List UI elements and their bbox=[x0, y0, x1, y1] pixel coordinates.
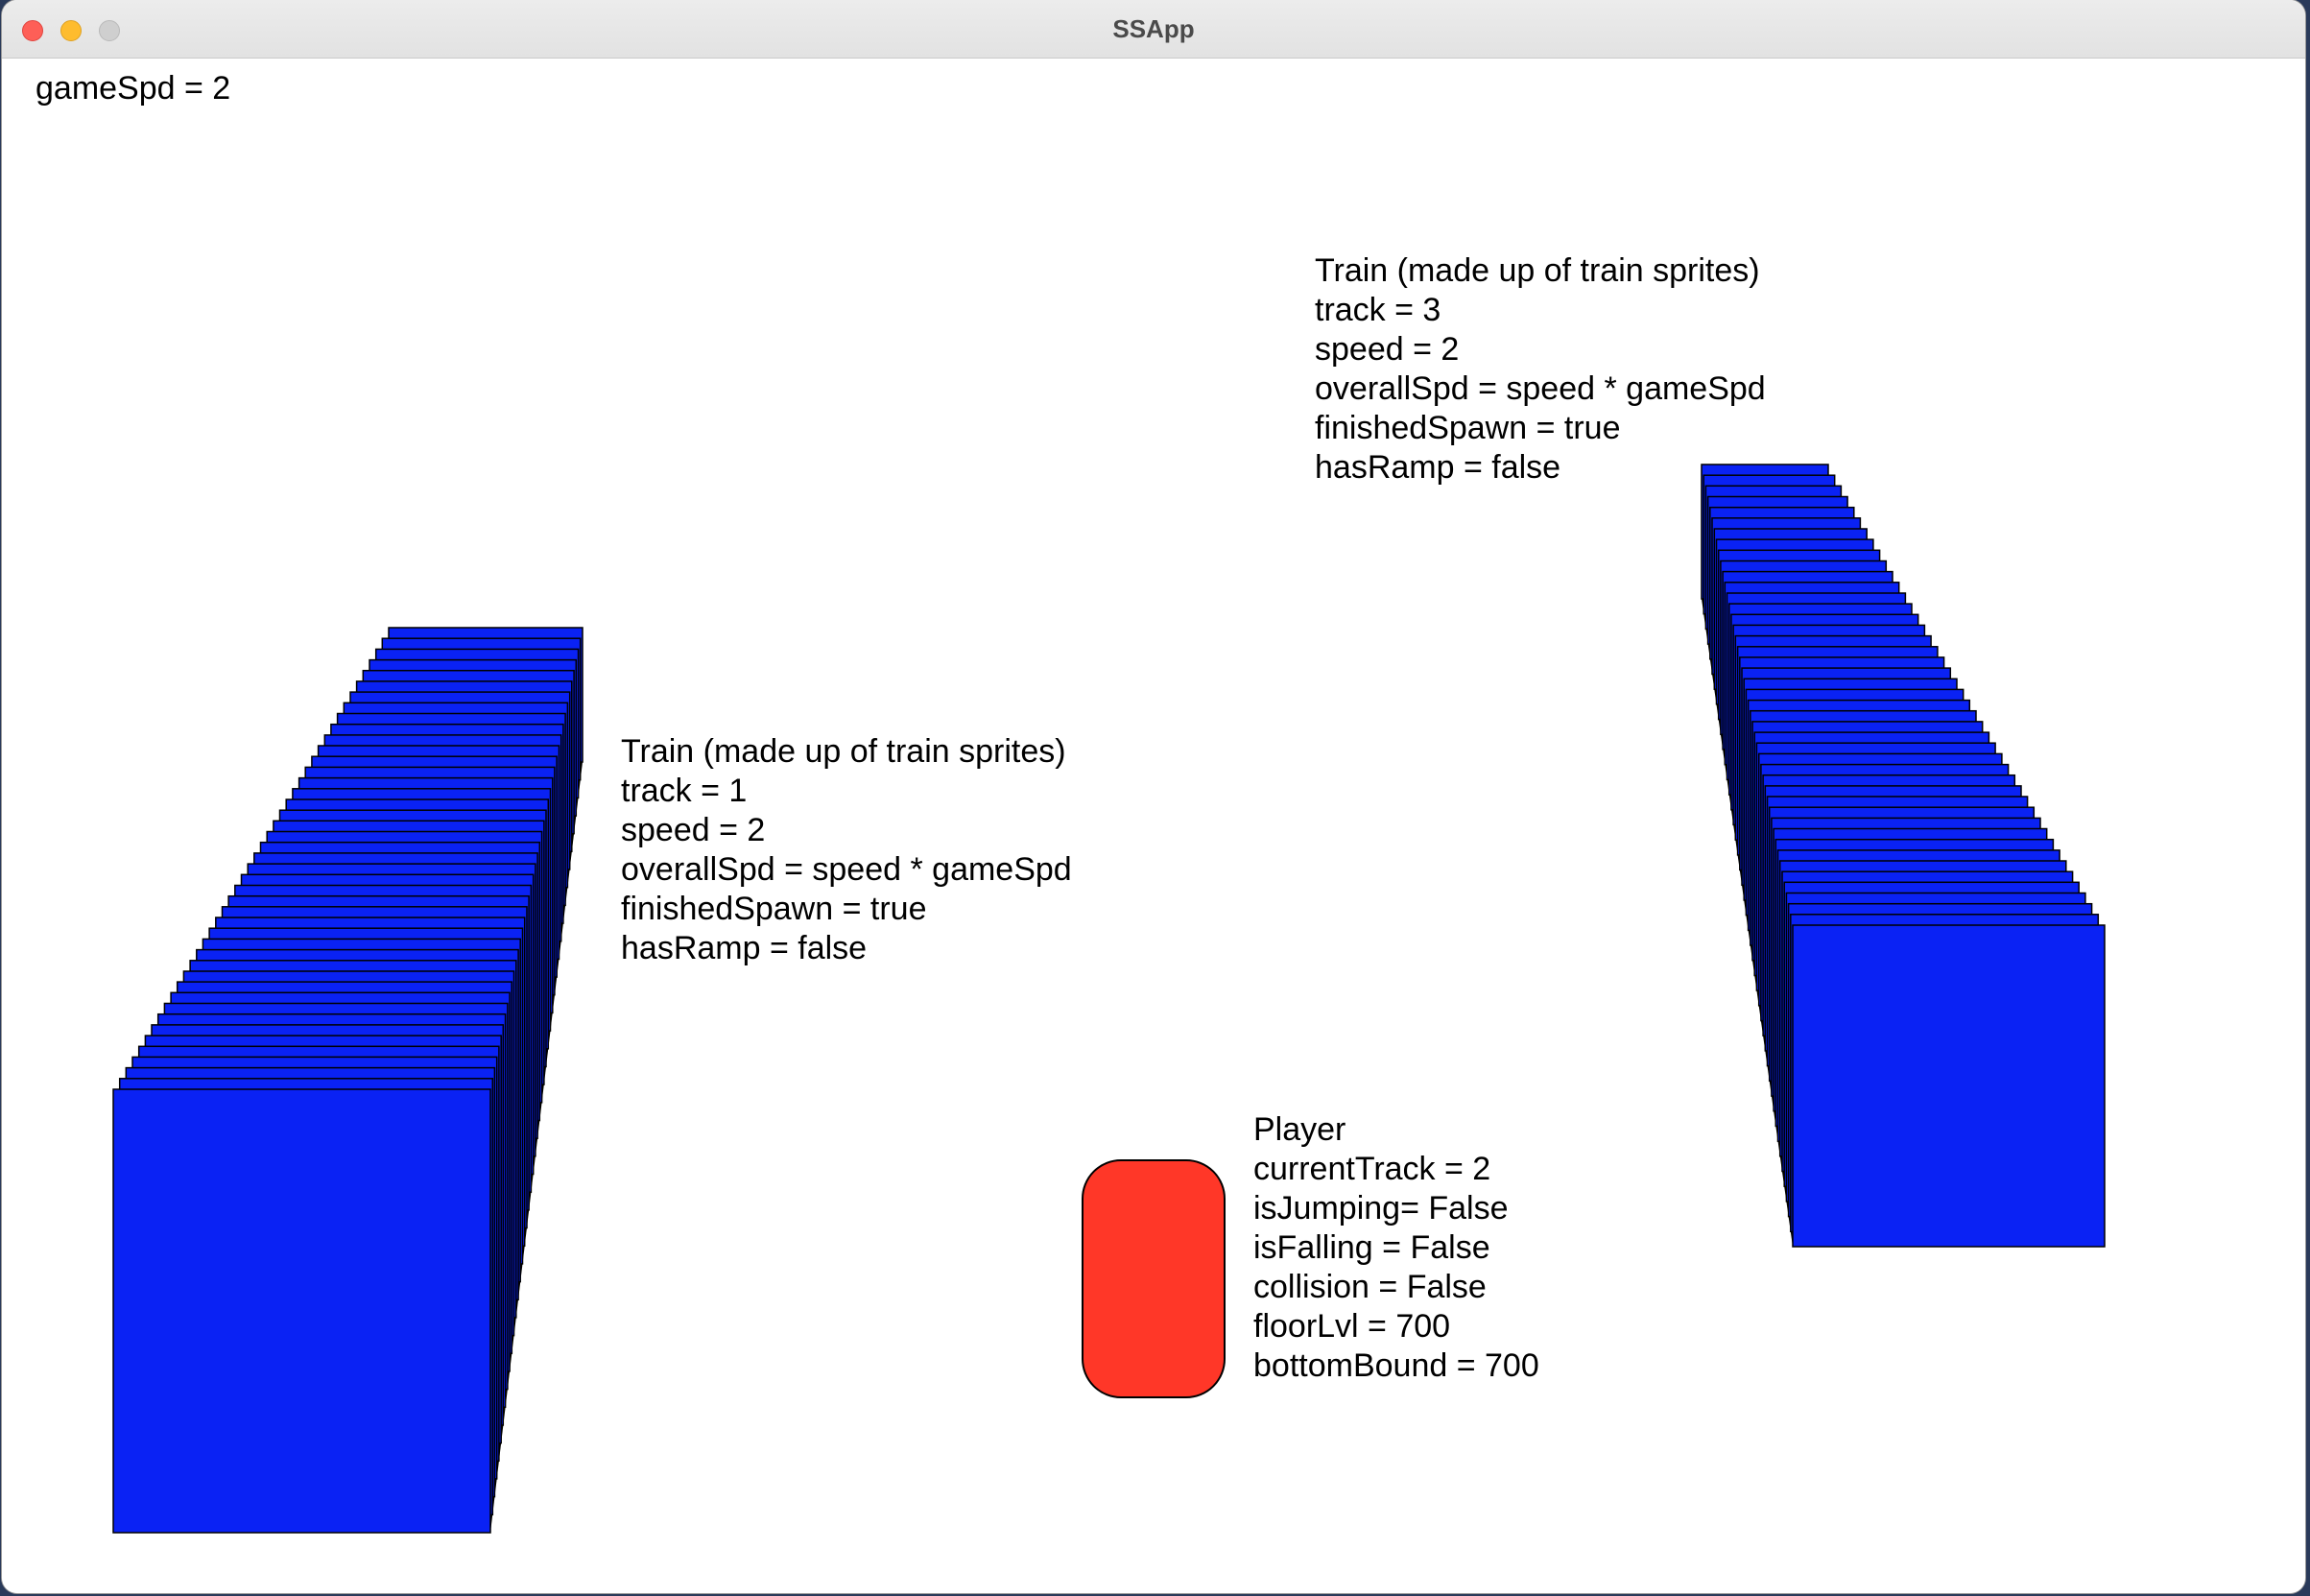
game-canvas[interactable]: gameSpd = 2 Train (made up of train spri… bbox=[2, 59, 2305, 1593]
app-window: SSApp gameSpd = 2 Train (made up of trai… bbox=[2, 0, 2305, 1593]
player-info: Player currentTrack = 2 isJumping= False… bbox=[1253, 1110, 1539, 1386]
game-speed-label: gameSpd = 2 bbox=[36, 70, 231, 107]
train-left-info-line: finishedSpawn = true bbox=[621, 891, 927, 927]
train-sprite bbox=[1792, 924, 2106, 1248]
train-right-info: Train (made up of train sprites) track =… bbox=[1315, 251, 1766, 488]
player-info-line: bottomBound = 700 bbox=[1253, 1347, 1539, 1384]
player-info-line: Player bbox=[1253, 1111, 1346, 1148]
game-scene bbox=[112, 464, 2106, 1534]
player-info-line: floorLvl = 700 bbox=[1253, 1308, 1451, 1345]
player-sprite bbox=[1082, 1159, 1226, 1398]
train-left-info-line: Train (made up of train sprites) bbox=[621, 733, 1066, 770]
player-info-line: currentTrack = 2 bbox=[1253, 1151, 1491, 1187]
train-track-1 bbox=[112, 627, 583, 1534]
train-left-info-line: hasRamp = false bbox=[621, 930, 868, 966]
train-right-info-line: speed = 2 bbox=[1315, 331, 1460, 368]
train-left-info-line: track = 1 bbox=[621, 773, 748, 809]
player-info-line: collision = False bbox=[1253, 1269, 1487, 1305]
train-left-info: Train (made up of train sprites) track =… bbox=[621, 732, 1072, 968]
train-left-info-line: speed = 2 bbox=[621, 812, 766, 848]
title-bar[interactable]: SSApp bbox=[2, 0, 2305, 59]
train-right-info-line: hasRamp = false bbox=[1315, 449, 1561, 486]
train-left-info-line: overallSpd = speed * gameSpd bbox=[621, 851, 1072, 888]
train-sprite bbox=[112, 1088, 491, 1534]
train-track-3 bbox=[1701, 464, 2106, 1248]
player-info-line: isFalling = False bbox=[1253, 1229, 1490, 1266]
train-right-info-line: Train (made up of train sprites) bbox=[1315, 252, 1760, 289]
train-right-info-line: finishedSpawn = true bbox=[1315, 410, 1621, 446]
window-title: SSApp bbox=[1112, 14, 1195, 43]
train-right-info-line: overallSpd = speed * gameSpd bbox=[1315, 370, 1766, 407]
train-right-info-line: track = 3 bbox=[1315, 292, 1441, 328]
player-info-line: isJumping= False bbox=[1253, 1190, 1509, 1227]
